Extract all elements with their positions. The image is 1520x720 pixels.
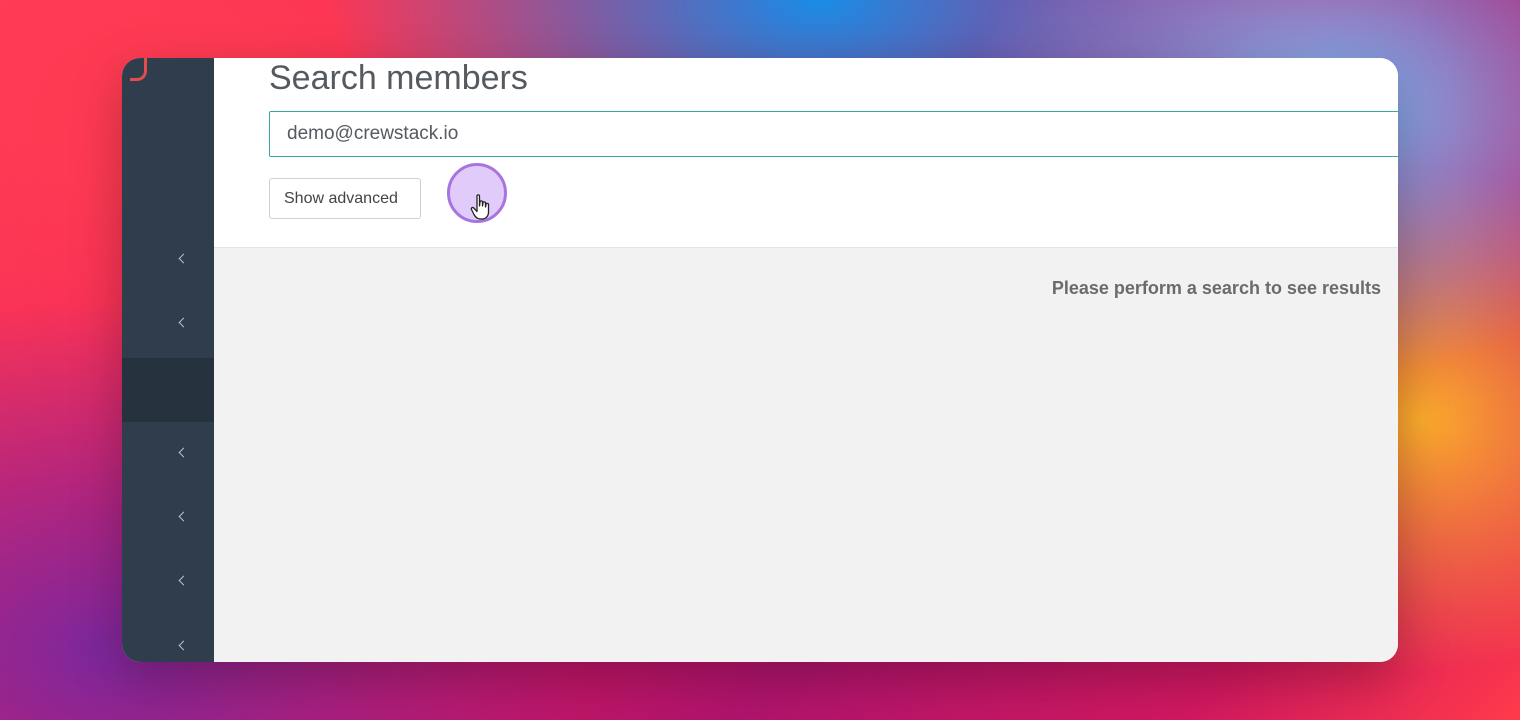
chevron-left-icon [178, 253, 189, 264]
hand-pointer-icon [470, 194, 490, 220]
sidebar-item-5[interactable] [122, 548, 214, 612]
sidebar-item-4[interactable] [122, 484, 214, 548]
chevron-left-icon [178, 511, 189, 522]
page-title: Search members [269, 59, 528, 97]
sidebar-item-1[interactable] [122, 226, 214, 290]
chevron-left-icon [178, 447, 189, 458]
app-window: Search members Show advanced Please perf… [122, 58, 1398, 662]
search-panel: Search members Show advanced [214, 58, 1398, 248]
sidebar-item-2[interactable] [122, 290, 214, 354]
chevron-left-icon [178, 317, 189, 328]
logo-icon [130, 58, 147, 81]
show-advanced-button[interactable]: Show advanced [269, 178, 421, 219]
sidebar-item-3[interactable] [122, 420, 214, 484]
chevron-left-icon [178, 640, 189, 651]
sidebar [122, 58, 214, 662]
empty-results-message: Please perform a search to see results [1051, 278, 1381, 298]
chevron-left-icon [178, 575, 189, 586]
sidebar-item-6[interactable] [122, 613, 214, 662]
search-input[interactable] [269, 111, 1398, 157]
sidebar-item-active[interactable] [122, 358, 214, 422]
main-content: Search members Show advanced Please perf… [214, 58, 1398, 662]
